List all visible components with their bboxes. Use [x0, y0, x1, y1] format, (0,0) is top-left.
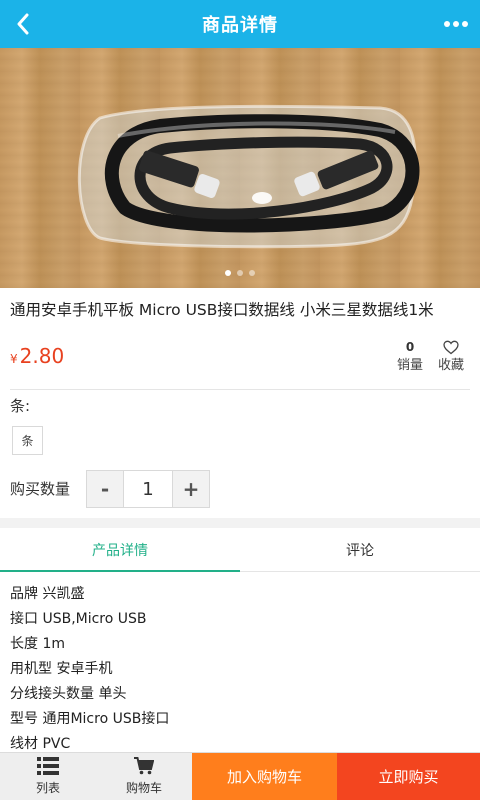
quantity-stepper: - 1 + — [86, 470, 210, 508]
gallery-pagination — [0, 270, 480, 276]
currency-symbol: ¥ — [10, 352, 18, 366]
product-photo — [77, 104, 420, 249]
attribute-row: 分线接头数量 单头 — [10, 686, 127, 702]
favorite-button[interactable]: 收藏 — [426, 338, 476, 376]
heart-icon — [443, 340, 459, 354]
attribute-row: 接口 USB,Micro USB — [10, 611, 147, 627]
gallery-dot[interactable] — [225, 270, 231, 276]
back-button[interactable] — [6, 0, 40, 48]
list-button[interactable]: 列表 — [0, 753, 96, 800]
spec-label: 条: — [10, 397, 31, 415]
gallery-dot[interactable] — [237, 270, 243, 276]
product-title: 通用安卓手机平板 Micro USB接口数据线 小米三星数据线1米 — [10, 301, 434, 319]
product-price: ¥ 2.80 — [10, 344, 64, 368]
tab-reviews[interactable]: 评论 — [240, 528, 480, 571]
attribute-row: 用机型 安卓手机 — [10, 661, 113, 677]
product-attributes: 品牌 兴凯盛 接口 USB,Micro USB 长度 1m 用机型 安卓手机 分… — [10, 582, 470, 757]
list-label: 列表 — [35, 781, 60, 795]
list-icon — [37, 757, 59, 775]
attribute-row: 型号 通用Micro USB接口 — [10, 711, 170, 727]
bottom-action-bar: 列表 购物车 加入购物车 立即购买 — [0, 752, 480, 800]
add-to-cart-button[interactable]: 加入购物车 — [192, 753, 337, 800]
quantity-label: 购买数量 — [10, 480, 71, 498]
favorite-label: 收藏 — [437, 358, 464, 373]
attribute-row: 品牌 兴凯盛 — [10, 586, 85, 602]
decrease-quantity-button[interactable]: - — [87, 471, 123, 507]
more-dots-icon — [444, 21, 450, 27]
gallery-dot[interactable] — [249, 270, 255, 276]
increase-quantity-button[interactable]: + — [173, 471, 209, 507]
more-menu-button[interactable] — [436, 0, 476, 48]
quantity-input[interactable]: 1 — [123, 471, 173, 507]
detail-tabs: 产品详情 评论 — [0, 528, 480, 572]
product-image-gallery[interactable] — [0, 48, 480, 288]
page-title: 商品详情 — [202, 15, 278, 36]
cart-icon — [134, 757, 154, 775]
section-separator — [0, 518, 480, 528]
tab-product-details[interactable]: 产品详情 — [0, 528, 240, 572]
app-header: 商品详情 — [0, 0, 480, 48]
cart-button[interactable]: 购物车 — [96, 753, 192, 800]
attribute-row: 长度 1m — [10, 636, 65, 652]
cart-label: 购物车 — [125, 781, 162, 795]
divider — [10, 389, 470, 390]
chevron-left-icon — [17, 13, 29, 35]
spec-option[interactable]: 条 — [12, 426, 43, 455]
buy-now-button[interactable]: 立即购买 — [337, 753, 480, 800]
price-value: 2.80 — [19, 344, 65, 368]
